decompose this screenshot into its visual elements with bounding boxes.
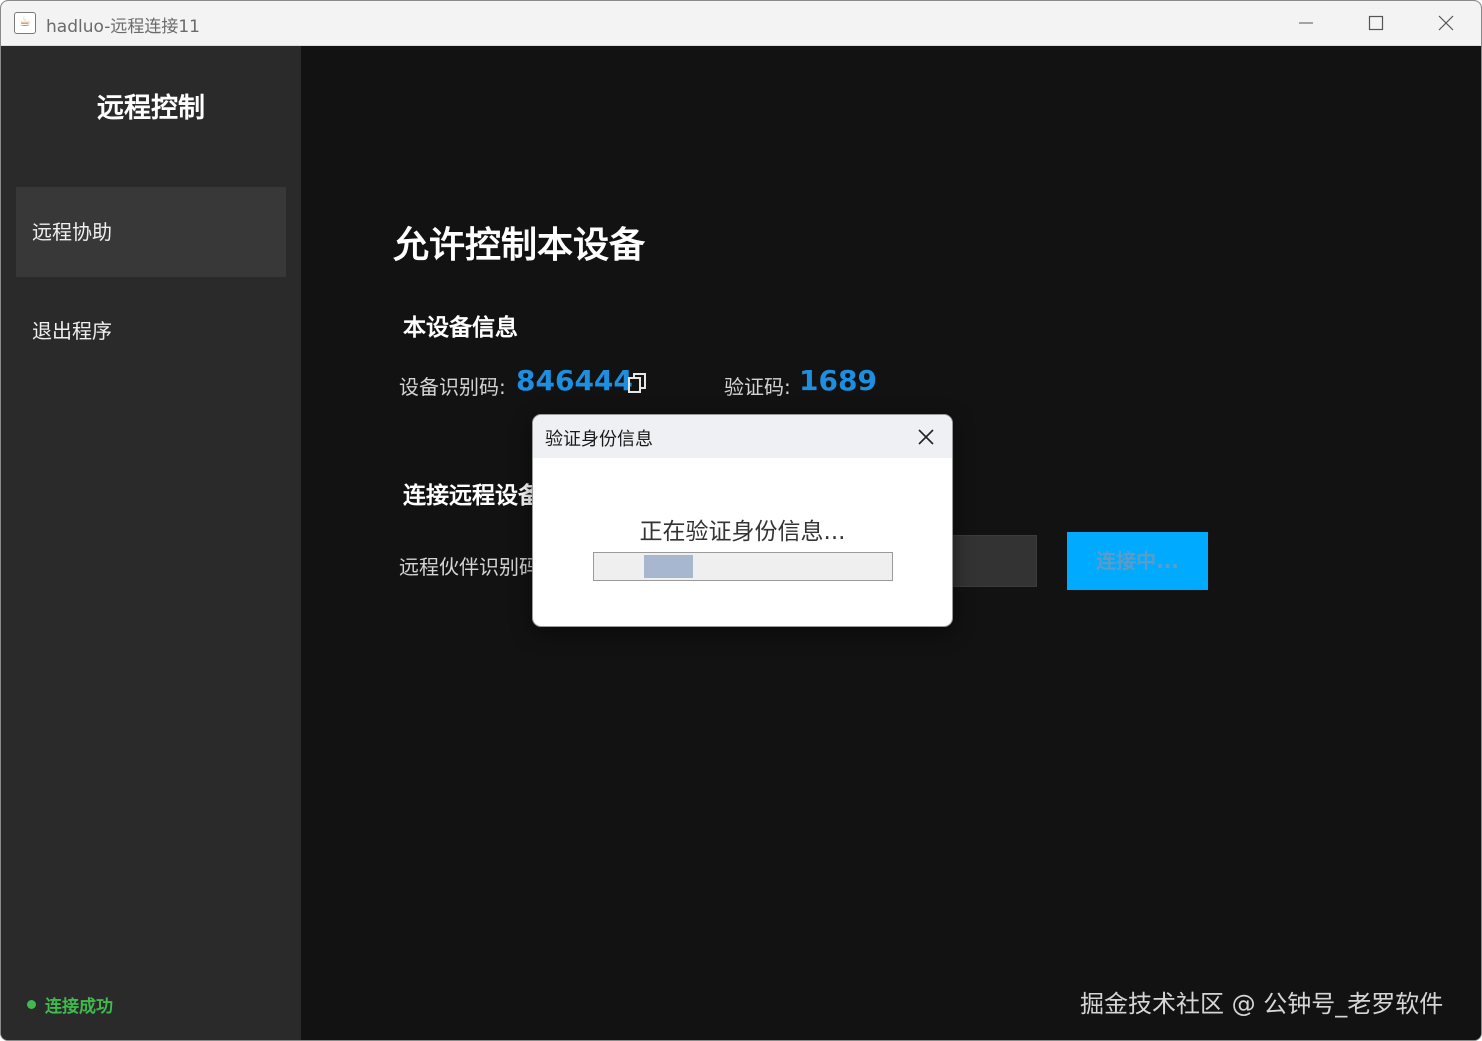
progress-indicator xyxy=(644,555,693,578)
device-info-title: 本设备信息 xyxy=(403,315,518,341)
dialog-close-button[interactable] xyxy=(910,421,942,453)
verify-dialog-wrapper: 验证身份信息 正在验证身份信息... xyxy=(532,414,953,627)
partner-id-label: 远程伙伴识别码 xyxy=(399,555,539,579)
sidebar-item-exit[interactable]: 退出程序 xyxy=(16,286,286,376)
maximize-icon xyxy=(1368,15,1384,31)
verify-code-value: 1689 xyxy=(799,364,877,397)
sidebar-item-label: 远程协助 xyxy=(32,220,112,244)
close-icon xyxy=(918,429,934,445)
dialog-message: 正在验证身份信息... xyxy=(639,519,846,545)
copy-icon[interactable] xyxy=(627,372,647,394)
window-title: hadluo-远程连接11 xyxy=(46,17,200,37)
close-icon xyxy=(1438,15,1454,31)
minimize-button[interactable] xyxy=(1271,1,1341,45)
status-dot-icon xyxy=(27,1000,36,1009)
verify-dialog: 验证身份信息 正在验证身份信息... xyxy=(532,414,953,627)
java-cup-icon: ☕ xyxy=(14,12,36,34)
device-id-value: 846444 xyxy=(516,364,633,397)
progress-bar xyxy=(593,552,893,581)
page-title: 允许控制本设备 xyxy=(393,225,646,266)
minimize-icon xyxy=(1299,22,1313,24)
sidebar: 远程控制 远程协助 退出程序 连接成功 xyxy=(1,46,301,1040)
window-titlebar[interactable]: ☕ hadluo-远程连接11 xyxy=(1,1,1481,46)
maximize-button[interactable] xyxy=(1341,1,1411,45)
connect-button[interactable]: 连接中... xyxy=(1067,532,1208,590)
close-button[interactable] xyxy=(1411,1,1481,45)
verify-code-label: 验证码: xyxy=(724,375,791,399)
status-text: 连接成功 xyxy=(45,997,113,1017)
dialog-title: 验证身份信息 xyxy=(545,429,653,450)
app-window: ☕ hadluo-远程连接11 远程控制 远程协助 退出程序 连接成功 允许控制… xyxy=(0,0,1482,1041)
device-id-label: 设备识别码: xyxy=(399,375,506,399)
partner-id-input[interactable] xyxy=(941,535,1037,587)
sidebar-brand: 远程控制 xyxy=(97,93,205,124)
watermark-text: 掘金技术社区 @ 公钟号_老罗软件 xyxy=(1080,990,1444,1018)
dialog-titlebar[interactable]: 验证身份信息 xyxy=(533,415,952,458)
sidebar-item-remote-assist[interactable]: 远程协助 xyxy=(16,187,286,277)
connect-remote-title: 连接远程设备 xyxy=(403,483,541,509)
connection-status: 连接成功 xyxy=(27,992,113,1017)
sidebar-item-label: 退出程序 xyxy=(32,319,112,343)
